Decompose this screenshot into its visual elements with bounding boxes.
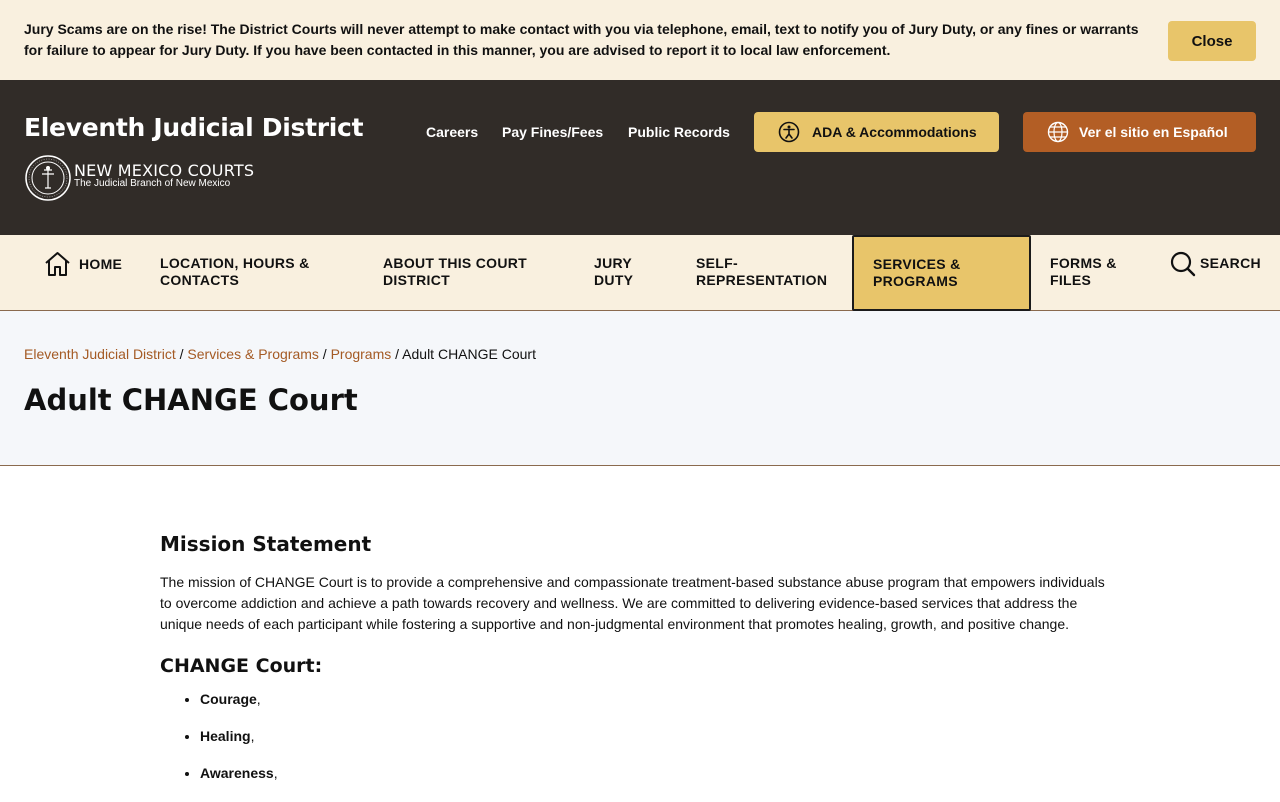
breadcrumb-current: Adult CHANGE Court [402, 346, 536, 362]
mission-heading: Mission Statement [160, 532, 372, 556]
home-icon [45, 252, 70, 276]
main-navigation: HOME LOCATION, HOURS & CONTACTS ABOUT TH… [0, 235, 1280, 311]
breadcrumb-link-programs[interactable]: Programs [331, 346, 392, 362]
spanish-site-button[interactable]: Ver el sitio en Español [1023, 112, 1256, 152]
nav-jury-duty[interactable]: JURY DUTY [594, 255, 654, 289]
public-records-link[interactable]: Public Records [628, 124, 730, 140]
change-court-heading: CHANGE Court: [160, 655, 323, 677]
list-item-word: Courage [200, 691, 257, 707]
nav-about-court-district[interactable]: ABOUT THIS COURT DISTRICT [383, 255, 553, 289]
main-content: Mission Statement The mission of CHANGE … [160, 532, 1120, 802]
accessibility-icon [778, 121, 800, 143]
list-item: Courage, [200, 691, 1120, 707]
page-title: Adult CHANGE Court [24, 383, 358, 417]
globe-icon [1047, 121, 1069, 143]
breadcrumb: Eleventh Judicial District / Services & … [24, 346, 536, 362]
nav-home-label: HOME [79, 256, 123, 272]
alert-close-button[interactable]: Close [1168, 21, 1256, 61]
pay-fines-link[interactable]: Pay Fines/Fees [502, 124, 603, 140]
nav-services-label: SERVICES & PROGRAMS [873, 256, 961, 289]
list-item-word: Awareness [200, 765, 274, 781]
nav-home[interactable]: HOME [44, 251, 122, 277]
mission-text: The mission of CHANGE Court is to provid… [160, 574, 1105, 632]
list-item: Healing, [200, 728, 1120, 744]
change-acronym-list: Courage, Healing, Awareness, [160, 691, 1120, 781]
scam-alert-banner: Jury Scams are on the rise! The District… [0, 0, 1280, 80]
alert-message: Jury Scams are on the rise! The District… [24, 21, 1139, 58]
nav-self-representation[interactable]: SELF-REPRESENTATION [696, 255, 827, 289]
nav-services-programs[interactable]: SERVICES & PROGRAMS [852, 235, 1031, 311]
search-icon [1170, 251, 1196, 277]
court-seal-icon [25, 155, 71, 201]
nav-forms-files[interactable]: FORMS & FILES [1050, 255, 1140, 289]
site-header: Eleventh Judicial District NEW MEXICO CO… [0, 80, 1280, 235]
nav-search[interactable]: SEARCH [1170, 251, 1261, 277]
breadcrumb-link-services[interactable]: Services & Programs [187, 346, 318, 362]
breadcrumb-link-district[interactable]: Eleventh Judicial District [24, 346, 176, 362]
nav-location-hours-contacts[interactable]: LOCATION, HOURS & CONTACTS [160, 255, 330, 289]
list-item-word: Healing [200, 728, 251, 744]
ada-label: ADA & Accommodations [812, 124, 977, 140]
careers-link[interactable]: Careers [426, 124, 478, 140]
spanish-label: Ver el sitio en Español [1079, 124, 1228, 140]
page-header-band: Eleventh Judicial District / Services & … [0, 311, 1280, 466]
list-item: Awareness, [200, 765, 1120, 781]
breadcrumb-separator: / [322, 346, 331, 362]
logo-subtitle: The Judicial Branch of New Mexico [74, 178, 231, 189]
ada-accommodations-button[interactable]: ADA & Accommodations [754, 112, 999, 152]
nav-search-label: SEARCH [1200, 255, 1261, 271]
site-title[interactable]: Eleventh Judicial District [24, 113, 364, 142]
